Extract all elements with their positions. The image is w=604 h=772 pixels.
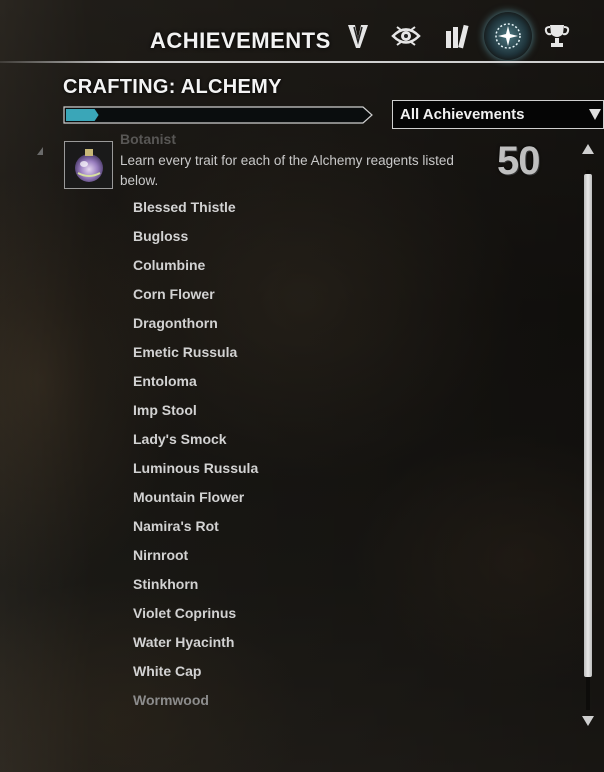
chevron-badge-icon [348,25,368,48]
criterion-item: Blessed Thistle [133,199,236,215]
category-progress-bar [63,106,373,124]
scroll-up-arrow-icon[interactable] [582,144,594,154]
tab-trophy[interactable] [539,16,575,56]
achievement-filter-dropdown[interactable]: All Achievements [392,100,604,129]
tab-eye[interactable] [388,16,424,56]
scrollbar-thumb[interactable] [584,174,592,677]
achievements-star-icon [495,23,521,49]
header-divider [0,61,604,63]
criterion-item: Columbine [133,257,206,273]
criterion-item: Nirnroot [133,547,189,563]
criterion-item: Stinkhorn [133,576,199,592]
criterion-item: Mountain Flower [133,489,245,505]
page-title: ACHIEVEMENTS [150,28,331,53]
criterion-item: Violet Coprinus [133,605,237,621]
achievement-icon-frame [64,141,113,189]
tab-achievements[interactable] [484,12,532,60]
eye-icon [391,26,421,46]
criterion-item: Water Hyacinth [133,634,235,650]
progress-fill [66,109,99,121]
criterion-item: Namira's Rot [133,518,219,534]
criterion-item: White Cap [133,663,202,679]
criterion-item: Bugloss [133,228,189,244]
scroll-down-arrow-icon[interactable] [582,716,594,726]
criterion-item: Imp Stool [133,402,197,418]
criterion-item: Dragonthorn [133,315,218,331]
achievement-name: Botanist [120,131,176,147]
chevron-down-icon [589,109,601,120]
criterion-item: Lady's Smock [133,431,227,447]
tab-books[interactable] [440,16,476,56]
books-icon [446,24,469,49]
criterion-item: Entoloma [133,373,197,389]
criterion-item: Emetic Russula [133,344,238,360]
criterion-item: Luminous Russula [133,460,259,476]
tab-chevron-badge[interactable] [340,16,376,56]
criteria-list: Blessed Thistle Bugloss Columbine Corn Flow… [133,197,258,719]
achievement-entry[interactable]: Botanist Learn every trait for each of t… [0,131,604,772]
criterion-item: Wormwood [133,692,209,708]
criterion-item: Corn Flower [133,286,215,302]
category-title: CRAFTING: ALCHEMY [63,76,282,98]
trophy-icon [544,25,570,47]
achievement-points: 50 [497,139,540,183]
alchemy-potion-icon [74,149,103,182]
achievement-description: Learn every trait for each of the Alchem… [120,153,454,188]
filter-selected-label: All Achievements [400,106,525,123]
collapse-arrow-icon[interactable] [37,147,43,155]
